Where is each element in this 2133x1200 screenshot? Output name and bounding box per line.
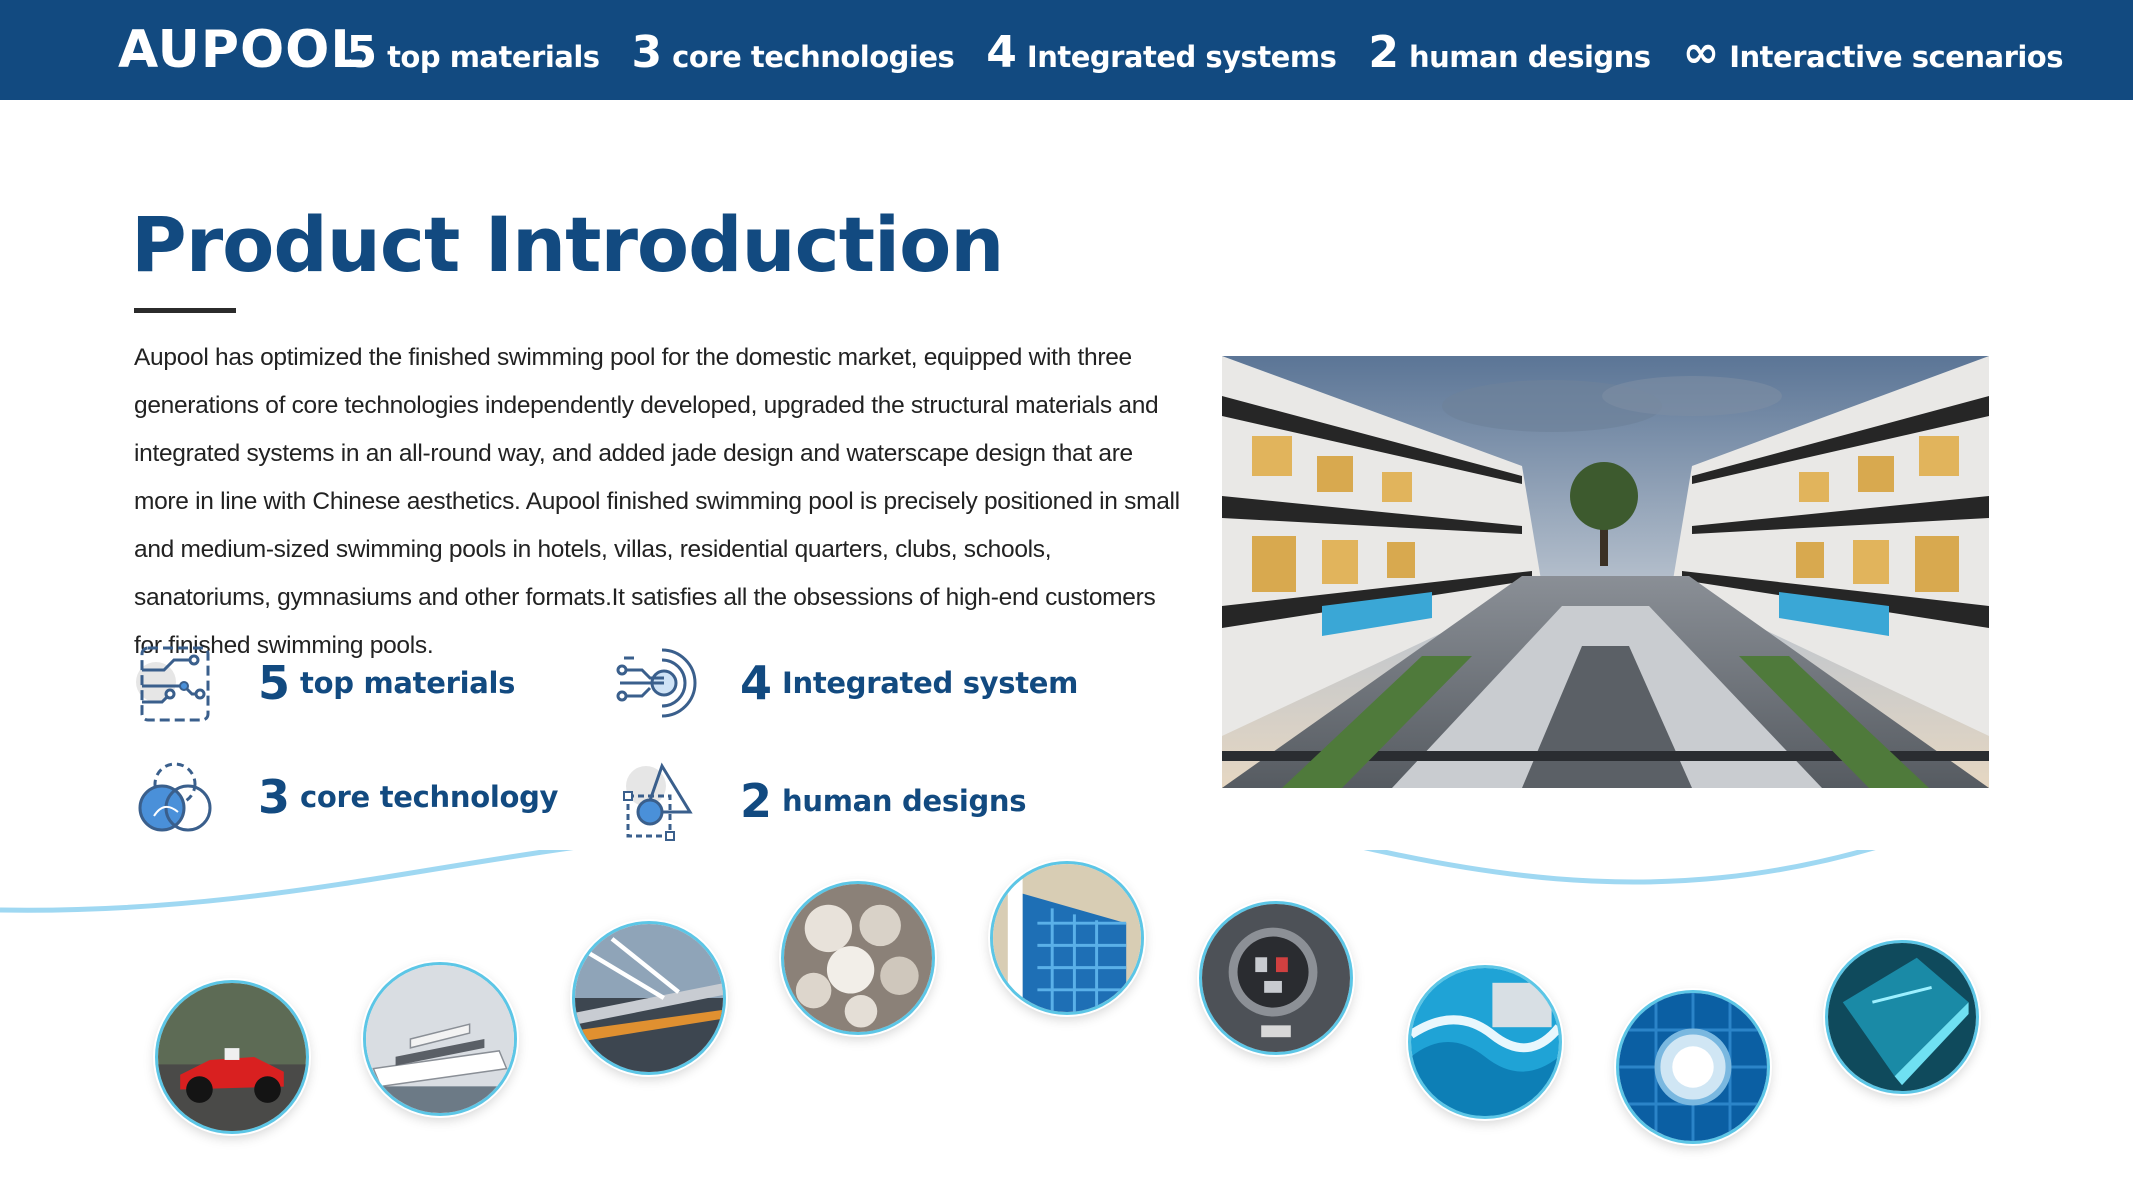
overlapping-circles-icon: [138, 762, 212, 832]
shapes-design-icon: [623, 762, 693, 841]
bridge-icon: [575, 924, 723, 1072]
villa-courtyard-photo: [1222, 356, 1989, 788]
intro-paragraph: Aupool has optimized the finished swimmi…: [134, 344, 1180, 659]
crystal-beads-icon: [784, 884, 932, 1032]
race-car-icon: [158, 983, 306, 1131]
yacht-icon: [366, 965, 514, 1113]
feature-human-designs: 2 human designs: [616, 760, 1027, 842]
aupool-logo[interactable]: AUPOOL: [118, 22, 365, 78]
gallery-item-water-wave[interactable]: [1408, 965, 1562, 1119]
feature-number: 3: [258, 770, 291, 824]
feature-label: Integrated system: [782, 666, 1079, 700]
nav-item-top-materials[interactable]: 5 top materials: [346, 27, 600, 78]
feature-number: 5: [258, 656, 291, 710]
nav-item-human-designs[interactable]: 2 human designs: [1368, 27, 1651, 78]
nav-item-integrated-systems[interactable]: 4 Integrated systems: [986, 27, 1337, 78]
mosaic-tile-icon: [993, 864, 1141, 1012]
nav-item-core-technologies[interactable]: 3 core technologies: [632, 28, 955, 78]
gallery-item-glass-panel[interactable]: [1825, 940, 1979, 1094]
nav-number: 2: [1368, 27, 1399, 78]
gallery-item-yacht[interactable]: [363, 962, 517, 1116]
water-wave-icon: [1411, 968, 1559, 1116]
gallery-item-race-car[interactable]: [155, 980, 309, 1134]
title-underline: [134, 308, 236, 313]
feature-label: human designs: [782, 784, 1027, 818]
nav-label: Interactive scenarios: [1729, 40, 2063, 74]
circuit-board-icon: [136, 646, 210, 722]
glass-panel-icon: [1828, 943, 1976, 1091]
feature-top-materials: 5 top materials: [134, 642, 515, 724]
feature-core-technology: 3 core technology: [134, 756, 558, 838]
gallery-item-mosaic-tile[interactable]: [990, 861, 1144, 1015]
top-nav: 5 top materials 3 core technologies 4 In…: [346, 28, 2063, 78]
feature-number: 4: [740, 656, 773, 710]
nav-number: 3: [631, 27, 663, 78]
control-panel-icon: [1202, 904, 1350, 1052]
target-circuit-icon: [616, 648, 697, 718]
top-bar: AUPOOL 5 top materials 3 core technologi…: [0, 0, 2133, 100]
feature-label: top materials: [300, 666, 516, 700]
feature-number: 2: [740, 774, 773, 828]
feature-integrated-system: 4 Integrated system: [616, 642, 1078, 724]
nav-item-interactive-scenarios[interactable]: ∞ Interactive scenarios: [1682, 27, 2064, 78]
nav-label: Integrated systems: [1026, 40, 1337, 74]
gallery-item-control-panel[interactable]: [1199, 901, 1353, 1055]
gallery-item-bridge[interactable]: [572, 921, 726, 1075]
nav-number: ∞: [1682, 27, 1720, 78]
nav-number: 4: [986, 27, 1017, 78]
pool-light-icon: [1619, 993, 1767, 1141]
gallery-item-crystal-beads[interactable]: [781, 881, 935, 1035]
page-title: Product Introduction: [131, 200, 1004, 289]
feature-label: core technology: [300, 780, 559, 814]
nav-label: core technologies: [672, 40, 955, 74]
nav-label: top materials: [387, 40, 600, 74]
nav-number: 5: [346, 27, 378, 78]
gallery-item-pool-light[interactable]: [1616, 990, 1770, 1144]
nav-label: human designs: [1408, 40, 1651, 74]
